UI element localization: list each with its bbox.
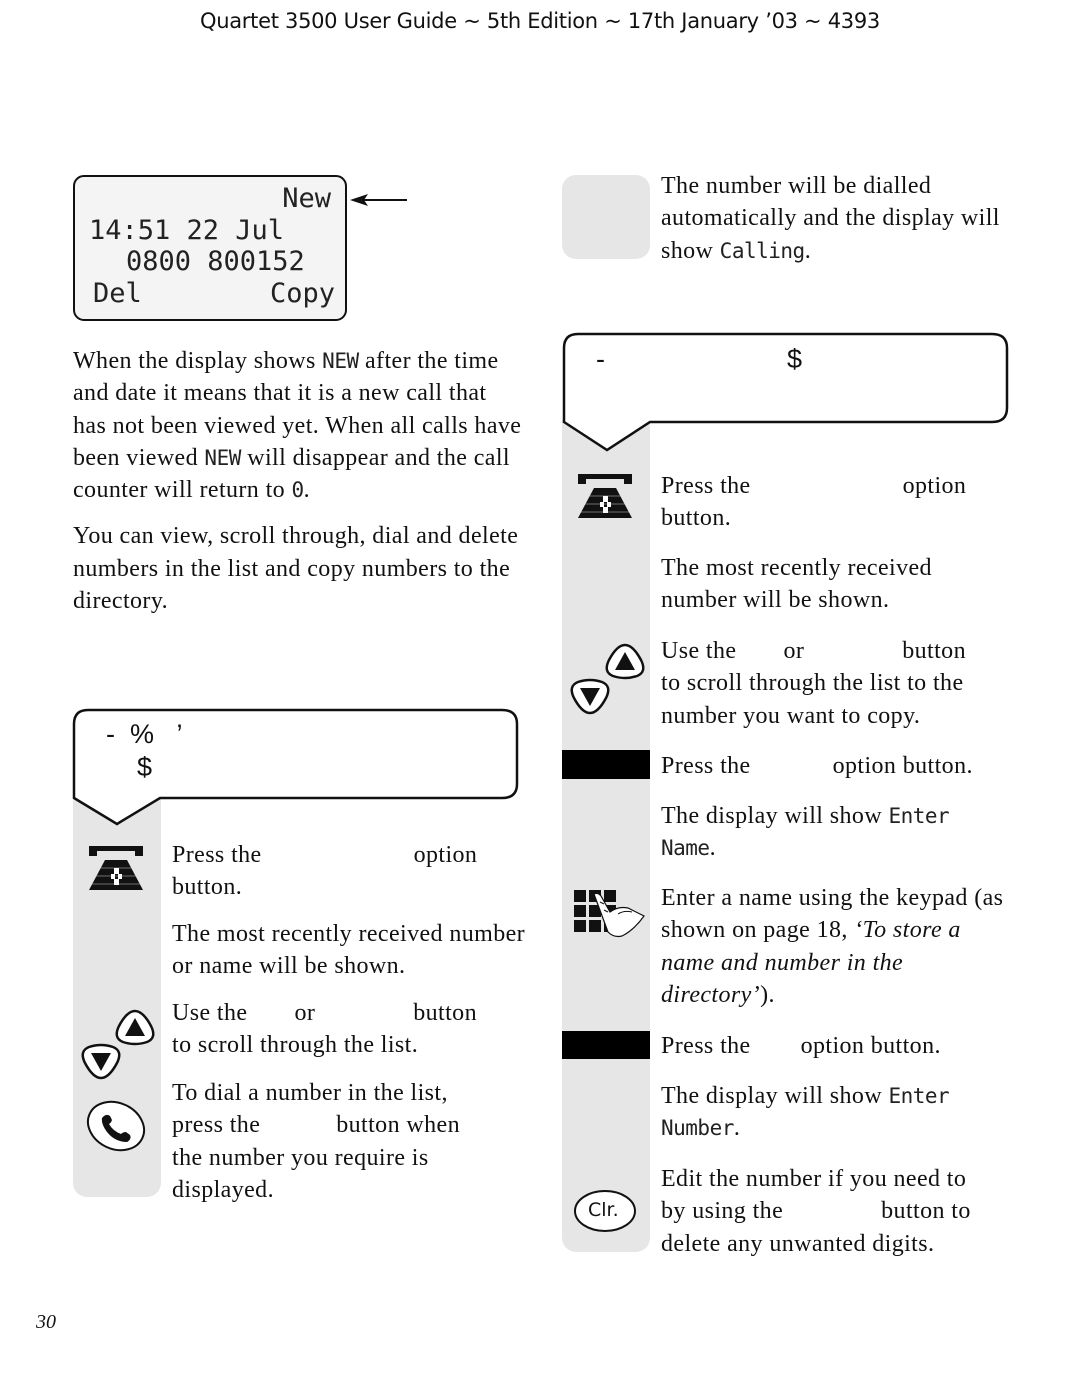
scroll-down-button-icon[interactable] [568, 678, 612, 716]
softkey-bar-icon[interactable] [562, 1031, 650, 1059]
arrow-left-icon [350, 194, 407, 206]
right-icon-strip [562, 420, 650, 1252]
left-step-dial: To dial a number in the list, press the b… [172, 1080, 460, 1203]
clear-button-label: Clr. [588, 1199, 619, 1221]
lcd-time-date: 14:51 22 Jul [89, 215, 285, 246]
right-step-dialled: The number will be dialled automatically… [661, 173, 1000, 264]
calls-list-phone-icon[interactable] [89, 846, 143, 890]
lcd-phone-number: 0800 800152 [126, 246, 305, 277]
right-heading-mark1: - [596, 344, 605, 374]
left-step-most-recent: The most recently received number or nam… [172, 921, 526, 980]
lcd-new-indicator: New [282, 183, 331, 214]
right-top-icon-strip [562, 175, 650, 259]
softkey-bar-icon[interactable] [562, 750, 650, 779]
lcd-text-new: NEW [322, 349, 359, 373]
talk-handset-icon[interactable] [85, 1100, 147, 1152]
document-header: Quartet 3500 User Guide ~ 5th Edition ~ … [200, 9, 880, 33]
left-heading-line1: - % ’ [106, 719, 183, 749]
right-step-enter-number-display: The display will show Enter Number. [661, 1083, 950, 1142]
lcd-softkey-copy: Copy [269, 278, 335, 309]
intro-paragraph-options: You can view, scroll through, dial and d… [73, 523, 519, 615]
right-heading-mark2: $ [787, 344, 803, 374]
intro-paragraph-new: When the display shows NEW after the tim… [73, 348, 522, 504]
right-step-press-copy: Press the option button. [661, 753, 973, 779]
left-step-press-calls: Press the option button. [172, 842, 478, 901]
lcd-display: New 14:51 22 Jul 0800 800152 Del Copy [73, 175, 347, 321]
right-step-enter-name: Enter a name using the keypad (as shown … [661, 885, 1004, 1008]
right-step-press-save: Press the option button. [661, 1033, 941, 1059]
right-step-enter-name-display: The display will show Enter Name. [661, 803, 950, 862]
keypad-hand-icon[interactable] [574, 890, 646, 940]
lcd-text-calling: Calling [719, 238, 806, 263]
right-heading-bubble [562, 332, 1009, 452]
calls-list-phone-icon[interactable] [578, 474, 632, 518]
lcd-text-new: NEW [204, 445, 241, 470]
intro-text: When the display shows NEW after the tim… [73, 345, 523, 617]
lcd-softkey-del: Del [93, 278, 142, 309]
lcd-text-zero: 0 [291, 478, 304, 503]
scroll-up-button-icon[interactable] [113, 1008, 157, 1046]
page-number: 30 [36, 1311, 56, 1333]
right-step-press-calls: Press the option button. [661, 473, 967, 532]
left-step-scroll: Use the or button to scroll through the li… [172, 1000, 477, 1059]
right-step-most-recent: The most recently received number will b… [661, 555, 932, 614]
left-heading-line2: $ [137, 752, 153, 782]
scroll-up-button-icon[interactable] [603, 642, 647, 680]
scroll-down-button-icon[interactable] [79, 1043, 123, 1081]
right-step-scroll: Use the or button to scroll through the li… [661, 638, 966, 729]
right-step-edit-number: Edit the number if you need to by using … [661, 1166, 971, 1257]
